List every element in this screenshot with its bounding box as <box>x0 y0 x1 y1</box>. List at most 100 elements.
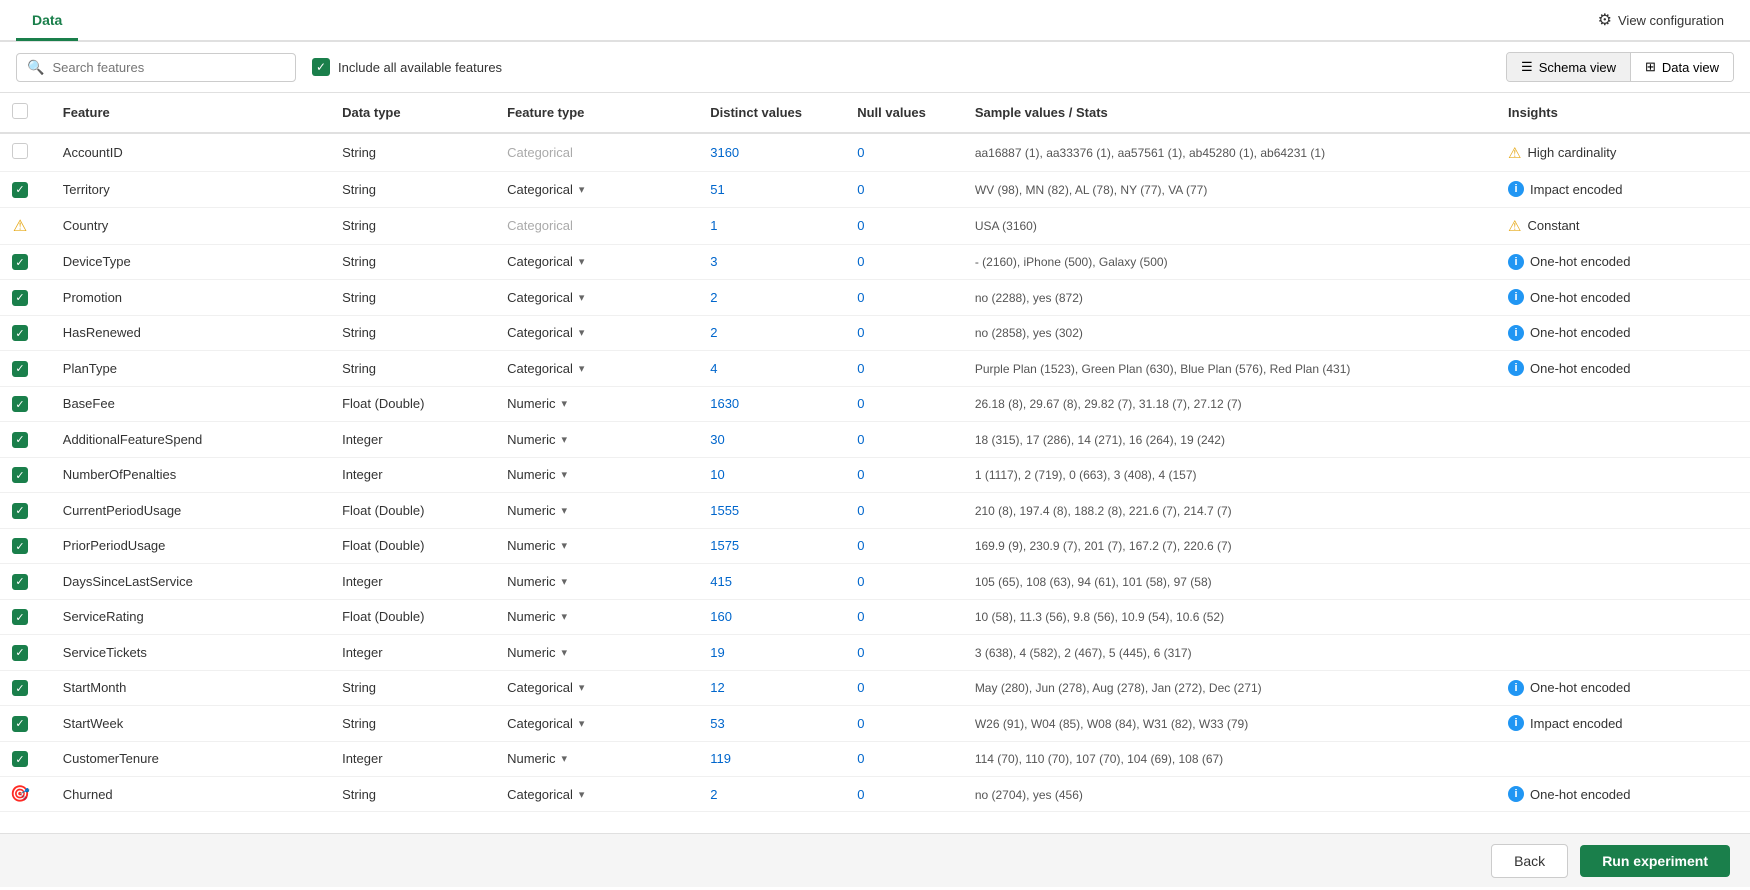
cell-distinct: 3 <box>698 244 845 280</box>
cell-null: 0 <box>845 244 963 280</box>
insight-badge: i One-hot encoded <box>1508 325 1738 341</box>
cell-checkbox: ✓ <box>0 706 51 742</box>
cell-insights <box>1496 386 1750 422</box>
search-input[interactable] <box>52 60 285 75</box>
feature-type-text: Numeric <box>507 609 555 624</box>
cell-checkbox: ✓ <box>0 493 51 529</box>
cell-feature: NumberOfPenalties <box>51 457 330 493</box>
cell-insights: ⚠ High cardinality <box>1496 133 1750 172</box>
feature-type-cell: Numeric ▾ <box>507 503 686 518</box>
insight-label: One-hot encoded <box>1530 680 1630 695</box>
cell-feature: DeviceType <box>51 244 330 280</box>
include-all-checkbox[interactable]: ✓ <box>312 58 330 76</box>
insight-label: One-hot encoded <box>1530 787 1630 802</box>
cell-null: 0 <box>845 280 963 316</box>
chevron-down-icon[interactable]: ▾ <box>562 646 568 659</box>
feature-type-cell: Numeric ▾ <box>507 645 686 660</box>
back-button[interactable]: Back <box>1491 844 1568 878</box>
cell-null: 0 <box>845 528 963 564</box>
header-checkbox[interactable] <box>12 103 28 119</box>
cell-checkbox: ✓ <box>0 172 51 208</box>
feature-type-cell: Numeric ▾ <box>507 467 686 482</box>
cell-distinct: 2 <box>698 280 845 316</box>
row-checkbox[interactable]: ✓ <box>12 716 28 732</box>
col-header-sample: Sample values / Stats <box>963 93 1496 133</box>
chevron-down-icon[interactable]: ▾ <box>562 610 568 623</box>
features-table-container: Feature Data type Feature type Distinct … <box>0 93 1750 833</box>
cell-insights: i One-hot encoded <box>1496 280 1750 316</box>
cell-insights <box>1496 422 1750 458</box>
chevron-down-icon[interactable]: ▾ <box>562 504 568 517</box>
row-checkbox[interactable]: ✓ <box>12 325 28 341</box>
chevron-down-icon[interactable]: ▾ <box>562 539 568 552</box>
row-checkbox[interactable]: ✓ <box>12 538 28 554</box>
cell-datatype: String <box>330 777 495 812</box>
row-checkbox[interactable]: ✓ <box>12 751 28 767</box>
warning-icon: ⚠ <box>1508 217 1521 235</box>
cell-null: 0 <box>845 670 963 706</box>
cell-feature: Churned <box>51 777 330 812</box>
row-checkbox[interactable]: ✓ <box>12 503 28 519</box>
tab-data[interactable]: Data <box>16 2 78 41</box>
view-config-label: View configuration <box>1618 13 1724 28</box>
chevron-down-icon[interactable]: ▾ <box>562 752 568 765</box>
chevron-down-icon[interactable]: ▾ <box>579 183 585 196</box>
row-checkbox[interactable]: ✓ <box>12 467 28 483</box>
feature-type-cell: Numeric ▾ <box>507 396 686 411</box>
chevron-down-icon[interactable]: ▾ <box>562 575 568 588</box>
cell-checkbox: ✓ <box>0 244 51 280</box>
chevron-down-icon[interactable]: ▾ <box>562 433 568 446</box>
row-checkbox[interactable]: ✓ <box>12 609 28 625</box>
row-checkbox[interactable]: ✓ <box>12 680 28 696</box>
chevron-down-icon[interactable]: ▾ <box>562 468 568 481</box>
data-view-button[interactable]: ⊞ Data view <box>1631 53 1733 81</box>
cell-featuretype: Numeric ▾ <box>495 599 698 635</box>
row-checkbox[interactable]: ✓ <box>12 574 28 590</box>
table-row: ✓ DeviceType String Categorical ▾ 3 0 - … <box>0 244 1750 280</box>
cell-featuretype: Categorical <box>495 207 698 244</box>
row-checkbox[interactable]: ✓ <box>12 396 28 412</box>
cell-featuretype: Numeric ▾ <box>495 635 698 671</box>
col-header-featuretype: Feature type <box>495 93 698 133</box>
insight-label: One-hot encoded <box>1530 325 1630 340</box>
cell-feature: AdditionalFeatureSpend <box>51 422 330 458</box>
row-checkbox[interactable]: ✓ <box>12 432 28 448</box>
schema-view-button[interactable]: ☰ Schema view <box>1507 53 1631 81</box>
chevron-down-icon[interactable]: ▾ <box>579 362 585 375</box>
cell-feature: Promotion <box>51 280 330 316</box>
view-config-button[interactable]: ⚙ View configuration <box>1588 4 1734 36</box>
cell-checkbox: ✓ <box>0 280 51 316</box>
row-checkbox[interactable]: ✓ <box>12 645 28 661</box>
row-checkbox[interactable]: ✓ <box>12 254 28 270</box>
cell-checkbox: ✓ <box>0 635 51 671</box>
cell-null: 0 <box>845 172 963 208</box>
feature-type-text: Numeric <box>507 645 555 660</box>
cell-featuretype: Categorical ▾ <box>495 351 698 387</box>
cell-checkbox: ✓ <box>0 741 51 777</box>
chevron-down-icon[interactable]: ▾ <box>562 397 568 410</box>
cell-null: 0 <box>845 422 963 458</box>
run-experiment-button[interactable]: Run experiment <box>1580 845 1730 877</box>
row-checkbox[interactable]: ✓ <box>12 182 28 198</box>
row-checkbox[interactable]: ✓ <box>12 290 28 306</box>
cell-null: 0 <box>845 386 963 422</box>
cell-featuretype: Categorical ▾ <box>495 670 698 706</box>
chevron-down-icon[interactable]: ▾ <box>579 255 585 268</box>
cell-insights <box>1496 457 1750 493</box>
info-icon: i <box>1508 715 1524 731</box>
cell-null: 0 <box>845 599 963 635</box>
row-checkbox[interactable] <box>12 143 28 159</box>
row-checkbox[interactable]: ✓ <box>12 361 28 377</box>
row-checkbox[interactable]: 🎯 <box>12 786 28 802</box>
feature-type-text: Categorical <box>507 254 573 269</box>
insight-label: High cardinality <box>1527 145 1616 160</box>
chevron-down-icon[interactable]: ▾ <box>579 788 585 801</box>
chevron-down-icon[interactable]: ▾ <box>579 717 585 730</box>
chevron-down-icon[interactable]: ▾ <box>579 291 585 304</box>
info-icon: i <box>1508 181 1524 197</box>
cell-checkbox: ✓ <box>0 599 51 635</box>
cell-featuretype: Categorical ▾ <box>495 315 698 351</box>
chevron-down-icon[interactable]: ▾ <box>579 326 585 339</box>
row-checkbox[interactable]: ⚠ <box>12 218 28 234</box>
chevron-down-icon[interactable]: ▾ <box>579 681 585 694</box>
